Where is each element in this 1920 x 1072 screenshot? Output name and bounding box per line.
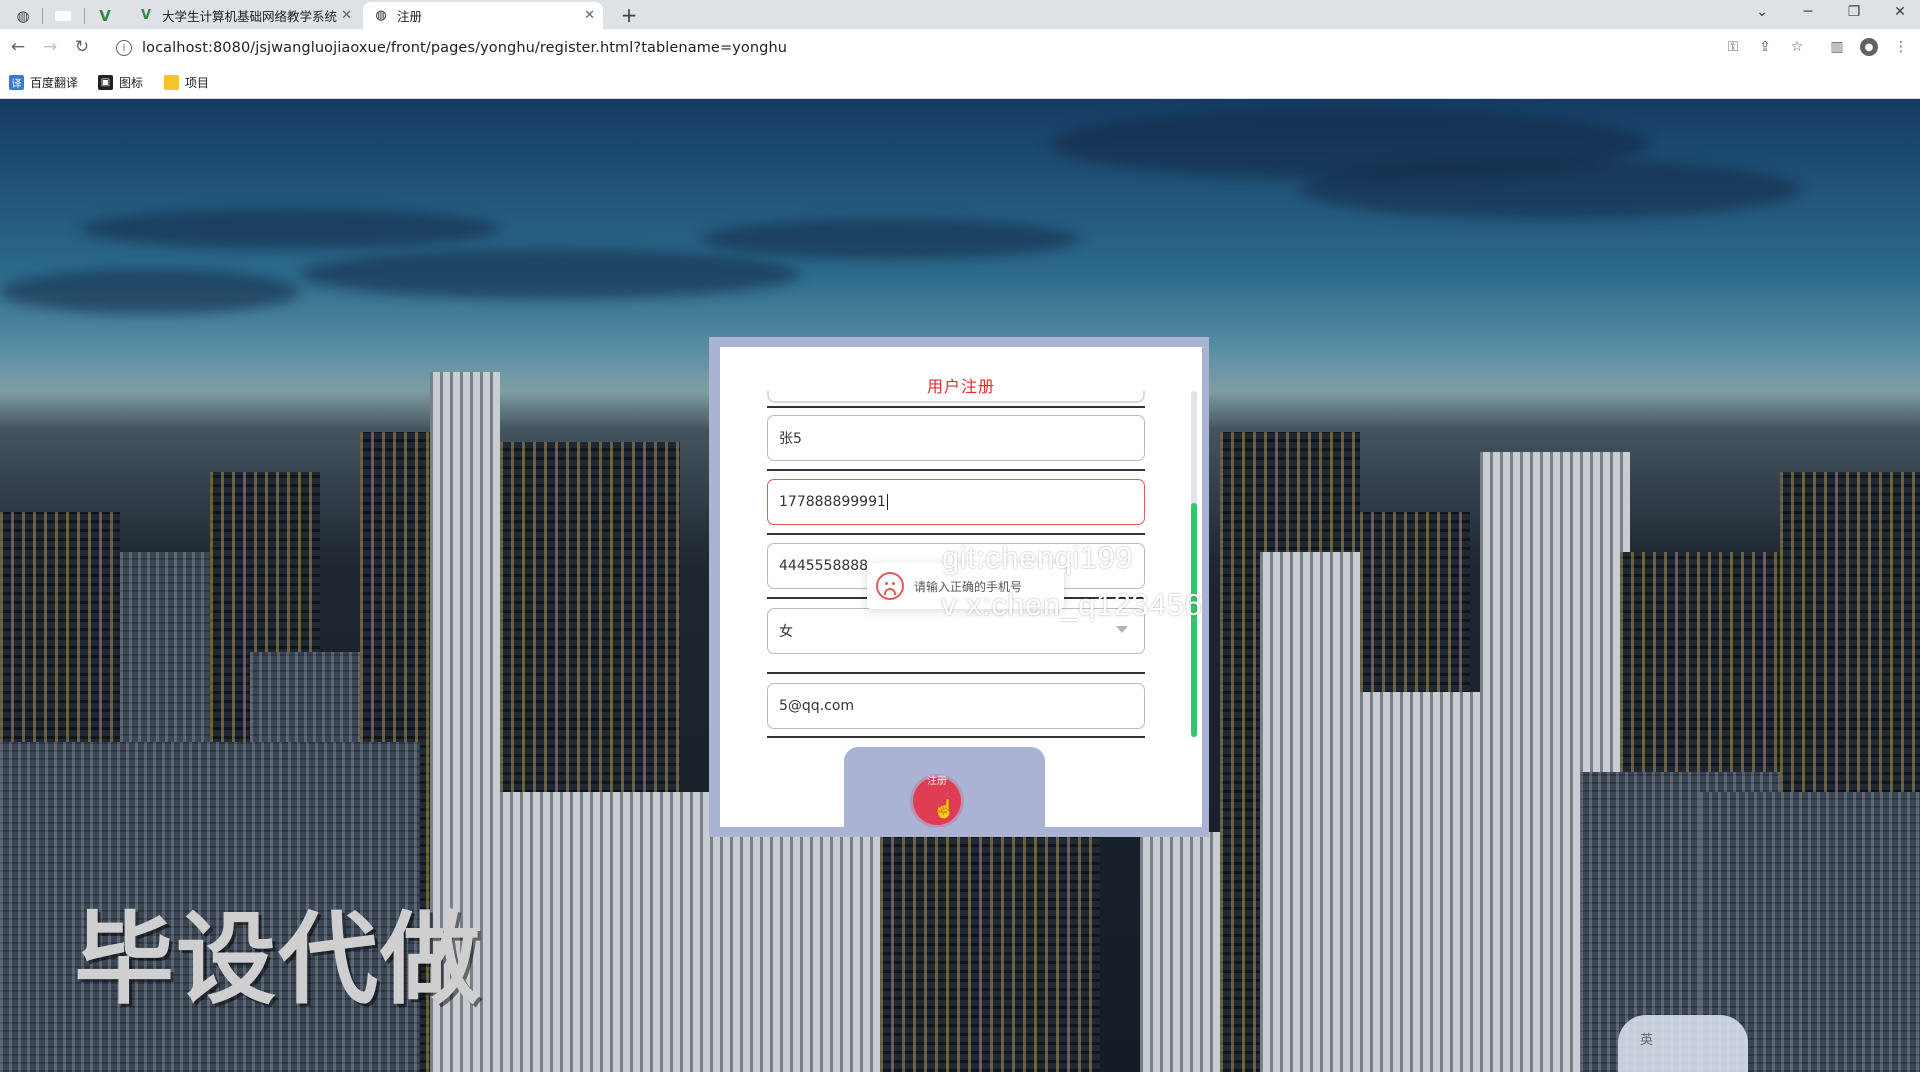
idcard-value: 4445558888 xyxy=(779,558,869,574)
share-icon[interactable]: ⇪ xyxy=(1754,36,1776,58)
watermark-wechat: v x:chen_q123456 xyxy=(941,587,1203,622)
back-arrow-icon[interactable]: ← xyxy=(7,36,29,58)
minimize-button[interactable]: ─ xyxy=(1788,0,1828,24)
field-divider xyxy=(767,533,1145,535)
bookmark-icons[interactable]: ▣ 图标 xyxy=(98,72,143,92)
folder-icon xyxy=(164,74,179,90)
bookmarks-bar: 译 百度翻译 ▣ 图标 项目 xyxy=(0,66,1920,99)
window-close-button[interactable]: ✕ xyxy=(1880,0,1920,24)
tab-register[interactable]: ◍ 注册 ✕ xyxy=(363,2,603,29)
phone-input[interactable]: 177888899991 xyxy=(767,479,1145,525)
field-divider xyxy=(767,672,1145,674)
reload-icon[interactable]: ↻ xyxy=(71,36,93,58)
tab-separator xyxy=(84,8,85,24)
vue-logo-icon: V xyxy=(140,8,152,23)
register-submit-button[interactable]: 注册 ☝ xyxy=(913,776,961,825)
gender-value: 女 xyxy=(779,624,793,640)
translate-icon: 译 xyxy=(9,74,24,90)
phone-value: 177888899991 xyxy=(779,494,886,510)
tab-label: 注册 xyxy=(397,9,423,24)
close-icon[interactable]: ✕ xyxy=(584,8,595,23)
blank-tab-icon[interactable] xyxy=(46,3,80,29)
forward-arrow-icon[interactable]: → xyxy=(39,36,61,58)
menu-kebab-icon[interactable]: ⋮ xyxy=(1890,36,1912,58)
tab-search-chevron-icon[interactable]: ⌄ xyxy=(1742,0,1782,24)
watermark-big-text: 毕设代做 xyxy=(74,901,482,1018)
vue-logo-icon[interactable]: V xyxy=(88,3,122,29)
email-value: 5@qq.com xyxy=(779,698,855,714)
bookmark-label: 百度翻译 xyxy=(30,75,79,90)
restore-button[interactable]: ❐ xyxy=(1834,0,1874,24)
globe-icon: ◍ xyxy=(375,8,387,23)
text-caret xyxy=(886,494,888,510)
scrolled-field-edge xyxy=(767,391,1145,403)
side-panel-icon[interactable]: ▥ xyxy=(1826,36,1848,58)
profile-icon[interactable]: ● xyxy=(1858,36,1880,58)
bookmark-label: 项目 xyxy=(185,75,210,90)
submit-area: 注册 ☝ xyxy=(844,747,1045,827)
key-icon[interactable]: ⚿ xyxy=(1722,36,1744,58)
bookmark-label: 图标 xyxy=(119,75,144,90)
bookmark-baidu-translate[interactable]: 译 百度翻译 xyxy=(9,72,78,92)
image-icon: ▣ xyxy=(98,74,113,90)
url-text: localhost:8080/jsjwangluojiaoxue/front/p… xyxy=(142,40,788,56)
chevron-down-icon xyxy=(1116,626,1128,633)
tab-system[interactable]: V 大学生计算机基础网络教学系统 ✕ xyxy=(128,2,360,29)
browser-tab-bar: ◍ V V 大学生计算机基础网络教学系统 ✕ ◍ 注册 ✕ + ⌄ ─ ❐ ✕ xyxy=(0,0,1920,29)
new-tab-button[interactable]: + xyxy=(616,3,642,27)
field-divider xyxy=(767,469,1145,471)
close-icon[interactable]: ✕ xyxy=(341,8,352,23)
ime-label: 英 xyxy=(1640,1033,1654,1048)
star-icon[interactable]: ☆ xyxy=(1786,36,1808,58)
address-bar[interactable]: i localhost:8080/jsjwangluojiaoxue/front… xyxy=(104,33,1724,63)
bookmark-project[interactable]: 项目 xyxy=(164,72,209,92)
name-input[interactable]: 张5 xyxy=(767,415,1145,461)
tab-separator xyxy=(42,8,43,24)
pointer-hand-icon: ☝ xyxy=(933,799,956,819)
field-divider xyxy=(767,406,1145,408)
browser-toolbar: ← → ↻ i localhost:8080/jsjwangluojiaoxue… xyxy=(0,29,1920,66)
name-value: 张5 xyxy=(779,431,802,447)
sad-face-icon xyxy=(876,572,904,600)
globe-icon[interactable]: ◍ xyxy=(6,3,40,29)
field-divider xyxy=(767,736,1145,738)
submit-label: 注册 xyxy=(927,776,947,787)
site-info-icon[interactable]: i xyxy=(116,40,132,56)
tab-label: 大学生计算机基础网络教学系统 xyxy=(162,9,338,24)
email-input[interactable]: 5@qq.com xyxy=(767,683,1145,729)
ime-indicator[interactable]: 英 xyxy=(1618,1015,1748,1072)
watermark-git: git:chenqi199 xyxy=(942,540,1133,575)
